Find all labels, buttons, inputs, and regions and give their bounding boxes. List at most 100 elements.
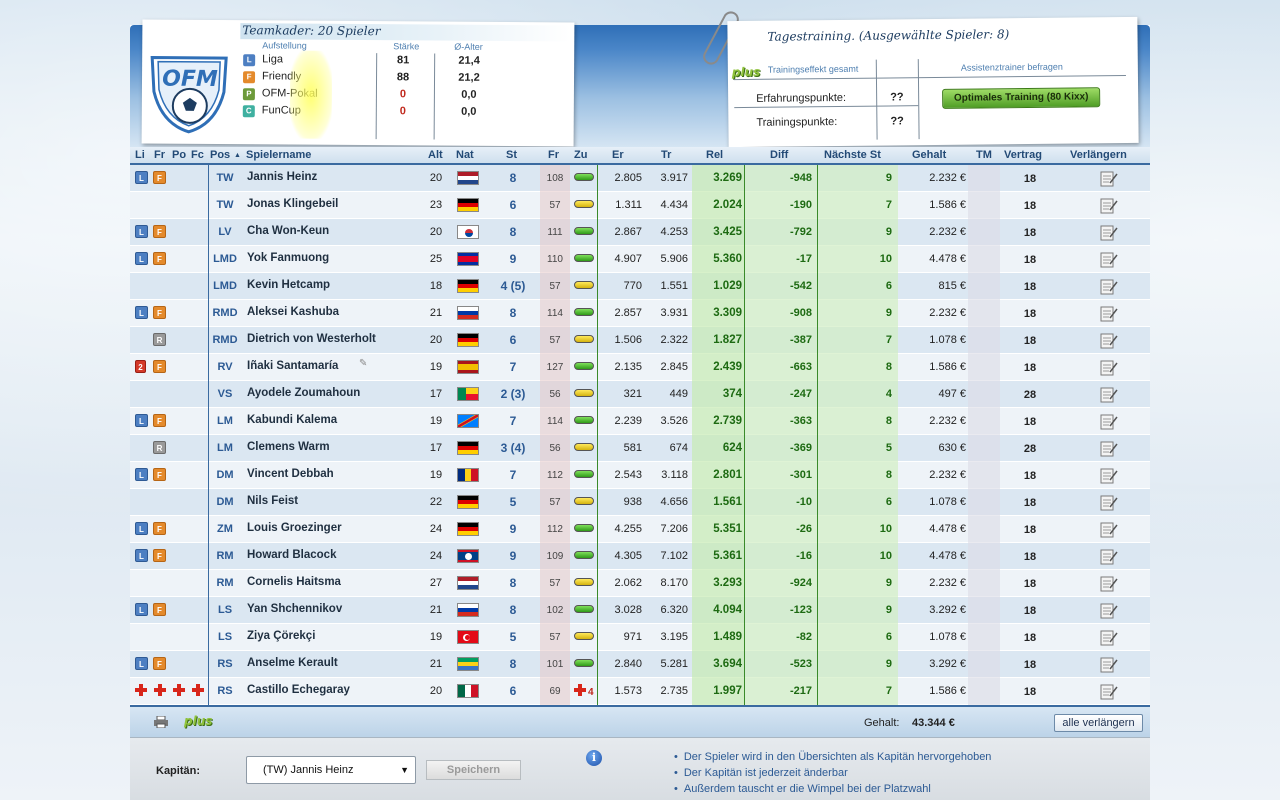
contract-extend-icon[interactable] <box>1100 332 1118 349</box>
contract-extend-icon[interactable] <box>1100 656 1118 673</box>
col-salary[interactable]: Gehalt <box>912 149 946 161</box>
league-badge[interactable]: L <box>135 468 148 481</box>
player-row[interactable]: L F LV Cha Won-Keun 20 8 111 2.867 4.253 3.425 -79… <box>130 219 1150 246</box>
contract-extend-icon[interactable] <box>1100 170 1118 187</box>
friendly-badge[interactable]: F <box>153 225 166 238</box>
player-name[interactable]: Jannis Heinz <box>247 171 317 183</box>
col-tr[interactable]: Tr <box>661 149 671 161</box>
optimal-training-button[interactable]: Optimales Training (80 Kixx) <box>942 87 1101 109</box>
player-name[interactable]: Castillo Echegaray <box>247 684 350 696</box>
player-name[interactable]: Cornelis Haitsma <box>247 576 341 588</box>
player-name[interactable]: Dietrich von Westerholt <box>247 333 376 345</box>
player-row[interactable]: L F RMD Aleksei Kashuba 21 8 114 2.857 3.931 3.30… <box>130 300 1150 327</box>
col-age[interactable]: Alt <box>428 149 443 161</box>
col-fc[interactable]: Fc <box>191 149 204 161</box>
contract-extend-icon[interactable] <box>1100 683 1118 700</box>
player-row[interactable]: RS Castillo Echegaray 20 6 69 4 1.573 2.735 1.99… <box>130 678 1150 705</box>
col-zu[interactable]: Zu <box>574 149 587 161</box>
league-badge[interactable]: L <box>135 252 148 265</box>
player-name[interactable]: Clemens Warm <box>247 441 330 453</box>
player-name[interactable]: Cha Won-Keun <box>247 225 329 237</box>
col-nat[interactable]: Nat <box>456 149 474 161</box>
player-row[interactable]: LMD Kevin Hetcamp 18 4 (5) 57 770 1.551 1.029 -5… <box>130 273 1150 300</box>
player-name[interactable]: Yok Fanmuong <box>247 252 329 264</box>
friendly-badge[interactable]: F <box>153 252 166 265</box>
contract-extend-icon[interactable] <box>1100 575 1118 592</box>
player-row[interactable]: L F TW Jannis Heinz 20 8 108 2.805 3.917 3.269 -94… <box>130 165 1150 192</box>
contract-extend-icon[interactable] <box>1100 494 1118 511</box>
contract-extend-icon[interactable] <box>1100 251 1118 268</box>
col-rel[interactable]: Rel <box>706 149 723 161</box>
league-badge[interactable]: L <box>135 306 148 319</box>
player-row[interactable]: VS Ayodele Zoumahoun 17 2 (3) 56 321 449 374 -24… <box>130 381 1150 408</box>
contract-extend-icon[interactable] <box>1100 359 1118 376</box>
player-name[interactable]: Nils Feist <box>247 495 298 507</box>
friendly-badge[interactable]: F <box>153 360 166 373</box>
contract-extend-icon[interactable] <box>1100 305 1118 322</box>
col-contract[interactable]: Vertrag <box>1004 149 1042 161</box>
captain-select[interactable]: (TW) Jannis Heinz ▼ <box>246 756 416 784</box>
player-row[interactable]: L F LM Kabundi Kalema 19 7 114 2.239 3.526 2.739 -… <box>130 408 1150 435</box>
save-button[interactable]: Speichern <box>426 760 521 780</box>
col-po[interactable]: Po <box>172 149 186 161</box>
player-row[interactable]: L F RM Howard Blacock 24 9 109 4.305 7.102 5.361 -… <box>130 543 1150 570</box>
player-name[interactable]: Louis Groezinger <box>247 522 342 534</box>
friendly-badge[interactable]: F <box>153 306 166 319</box>
player-row[interactable]: LS Ziya Çörekçi 19 5 57 971 3.195 1.489 -82 6 1.07… <box>130 624 1150 651</box>
col-st[interactable]: St <box>506 149 517 161</box>
col-fr[interactable]: Fr <box>154 149 165 161</box>
player-row[interactable]: L F ZM Louis Groezinger 24 9 112 4.255 7.206 5.35… <box>130 516 1150 543</box>
league-badge[interactable]: L <box>135 549 148 562</box>
player-name[interactable]: Anselme Kerault <box>247 657 338 669</box>
player-row[interactable]: R RMD Dietrich von Westerholt 20 6 57 1.506 2.3… <box>130 327 1150 354</box>
contract-extend-icon[interactable] <box>1100 548 1118 565</box>
col-pos[interactable]: Pos <box>210 149 230 161</box>
league-badge[interactable]: L <box>135 657 148 670</box>
player-row[interactable]: DM Nils Feist 22 5 57 938 4.656 1.561 -10 6 1.078 … <box>130 489 1150 516</box>
friendly-badge[interactable]: F <box>153 414 166 427</box>
player-name[interactable]: Jonas Klingebeil <box>247 198 338 210</box>
friendly-badge[interactable]: F <box>153 522 166 535</box>
player-row[interactable]: L F LMD Yok Fanmuong 25 9 110 4.907 5.906 5.360 -1… <box>130 246 1150 273</box>
league-badge[interactable]: L <box>135 414 148 427</box>
col-fr2[interactable]: Fr <box>548 149 559 161</box>
player-name[interactable]: Yan Shchennikov <box>247 603 342 615</box>
friendly-badge[interactable]: F <box>153 603 166 616</box>
player-name[interactable]: Ayodele Zoumahoun <box>247 387 360 399</box>
player-row[interactable]: L F RS Anselme Kerault 21 8 101 2.840 5.281 3.694… <box>130 651 1150 678</box>
col-diff[interactable]: Diff <box>770 149 788 161</box>
plus-icon[interactable]: plus <box>184 714 212 728</box>
contract-extend-icon[interactable] <box>1100 602 1118 619</box>
player-name[interactable]: Kabundi Kalema <box>247 414 337 426</box>
player-name[interactable]: Ziya Çörekçi <box>247 630 315 642</box>
league-badge[interactable]: L <box>135 522 148 535</box>
player-row[interactable]: L F DM Vincent Debbah 19 7 112 2.543 3.118 2.801 -… <box>130 462 1150 489</box>
player-row[interactable]: RM Cornelis Haitsma 27 8 57 2.062 8.170 3.293 -9… <box>130 570 1150 597</box>
contract-extend-icon[interactable] <box>1100 521 1118 538</box>
player-row[interactable]: R LM Clemens Warm 17 3 (4) 56 581 674 624 -369 5 63… <box>130 435 1150 462</box>
contract-extend-icon[interactable] <box>1100 413 1118 430</box>
friendly-badge[interactable]: F <box>153 468 166 481</box>
col-name[interactable]: Spielername <box>246 149 311 161</box>
col-li[interactable]: Li <box>135 149 145 161</box>
contract-extend-icon[interactable] <box>1100 278 1118 295</box>
friendly-badge[interactable]: F <box>153 657 166 670</box>
col-tm[interactable]: TM <box>976 149 992 161</box>
league-badge[interactable]: L <box>135 225 148 238</box>
player-row[interactable]: 2 F RV Iñaki Santamaría 19 7 127 2.135 2.845 2.43… <box>130 354 1150 381</box>
player-name[interactable]: Vincent Debbah <box>247 468 334 480</box>
col-next[interactable]: Nächste St <box>824 149 881 161</box>
player-row[interactable]: L F LS Yan Shchennikov 21 8 102 3.028 6.320 4.094… <box>130 597 1150 624</box>
player-name[interactable]: Kevin Hetcamp <box>247 279 330 291</box>
friendly-badge[interactable]: F <box>153 549 166 562</box>
renew-all-button[interactable]: alle verlängern <box>1054 714 1143 732</box>
player-name[interactable]: Aleksei Kashuba <box>247 306 339 318</box>
contract-extend-icon[interactable] <box>1100 197 1118 214</box>
player-row[interactable]: TW Jonas Klingebeil 23 6 57 1.311 4.434 2.024 -1… <box>130 192 1150 219</box>
contract-extend-icon[interactable] <box>1100 467 1118 484</box>
contract-extend-icon[interactable] <box>1100 224 1118 241</box>
contract-extend-icon[interactable] <box>1100 440 1118 457</box>
printer-icon[interactable] <box>154 716 168 728</box>
league-badge[interactable]: L <box>135 171 148 184</box>
player-name[interactable]: Howard Blacock <box>247 549 336 561</box>
